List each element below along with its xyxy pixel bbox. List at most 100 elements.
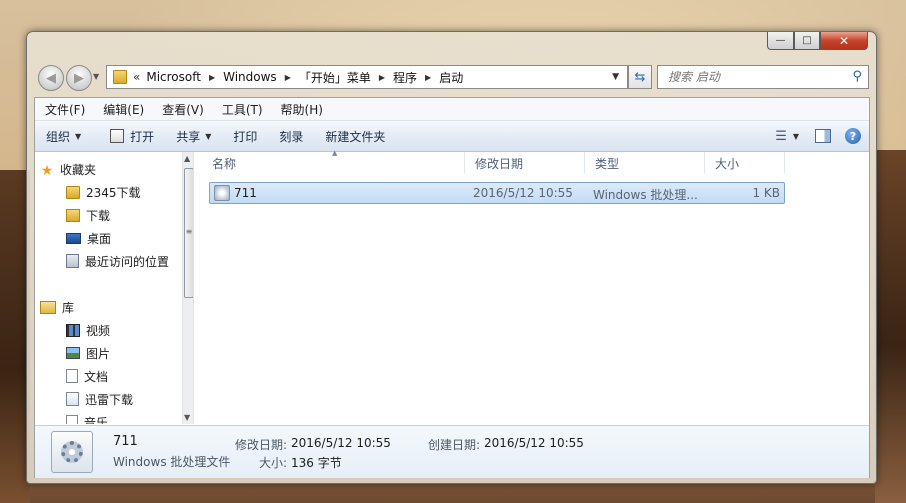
menu-file[interactable]: 文件(F)	[35, 101, 93, 118]
sidebar-label: 桌面	[87, 231, 112, 246]
open-button[interactable]: 打开	[92, 121, 165, 151]
explorer-window: — □ ✕ ◀ ▶ ▼ « Microsoft ▶ Windows ▶ 「开始」…	[26, 31, 877, 484]
close-button[interactable]: ✕	[819, 32, 868, 50]
address-dropdown-icon[interactable]: ▼	[612, 72, 619, 82]
column-header-size[interactable]: 大小	[705, 152, 785, 174]
breadcrumb-startup[interactable]: 启动	[439, 69, 463, 86]
details-pane: 711 Windows 批处理文件 修改日期: 2016/5/12 10:55 …	[35, 425, 869, 478]
file-row[interactable]: 711 2016/5/12 10:55 Windows 批处理... 1 KB	[209, 182, 785, 204]
music-icon	[66, 415, 78, 424]
navigation-scrollbar[interactable]: ▲ ≡ ▼	[182, 152, 193, 424]
scroll-up-icon[interactable]: ▲	[184, 154, 190, 163]
sidebar-label: 迅雷下载	[85, 392, 134, 407]
xunlei-folder-icon	[66, 392, 79, 406]
view-options-icon[interactable]: ☰	[775, 129, 787, 144]
sidebar-item-desktop[interactable]: 桌面	[66, 228, 111, 248]
address-overflow-chevron[interactable]: «	[133, 70, 140, 84]
details-file-type: Windows 批处理文件	[113, 455, 231, 469]
organize-button[interactable]: 组织 ▼	[35, 121, 92, 151]
details-modified-value: 2016/5/12 10:55	[291, 436, 391, 450]
details-size-label: 大小:	[259, 456, 288, 470]
file-date: 2016/5/12 10:55	[473, 186, 573, 200]
menu-tools[interactable]: 工具(T)	[212, 101, 271, 118]
sidebar-label: 图片	[86, 346, 111, 361]
file-size: 1 KB	[752, 186, 780, 200]
caret-down-icon: ▼	[205, 131, 212, 141]
sidebar-item-xunlei-downloads[interactable]: 迅雷下载	[66, 389, 133, 409]
search-icon[interactable]: ⚲	[852, 69, 862, 84]
share-label: 共享	[176, 129, 201, 144]
sidebar-item-2345-downloads[interactable]: 2345下载	[66, 182, 141, 202]
sidebar-item-documents[interactable]: 文档	[66, 366, 108, 386]
command-bar: 组织 ▼ 打开 共享 ▼ 打印 刻录 新建文件夹 ☰ ▼ ?	[35, 121, 869, 152]
view-dropdown-icon[interactable]: ▼	[793, 132, 799, 141]
scroll-down-icon[interactable]: ▼	[184, 413, 190, 422]
download-folder-icon	[66, 208, 80, 222]
back-button[interactable]: ◀	[38, 65, 64, 91]
sidebar-item-pictures[interactable]: 图片	[66, 343, 110, 363]
sidebar-item-libraries[interactable]: 库	[40, 297, 74, 317]
maximize-button[interactable]: □	[793, 32, 820, 50]
sidebar-label: 最近访问的位置	[85, 254, 170, 269]
open-icon	[110, 129, 125, 143]
breadcrumb-arrow-icon[interactable]: ▶	[285, 73, 291, 82]
sidebar-item-downloads[interactable]: 下载	[66, 205, 110, 225]
refresh-icon: ⇆	[634, 69, 646, 85]
menu-view[interactable]: 查看(V)	[152, 101, 212, 118]
print-button[interactable]: 打印	[222, 121, 268, 151]
breadcrumb-arrow-icon[interactable]: ▶	[209, 73, 215, 82]
menu-edit[interactable]: 编辑(E)	[93, 101, 152, 118]
video-icon	[66, 323, 80, 337]
breadcrumb-programs[interactable]: 程序	[393, 69, 417, 86]
breadcrumb-arrow-icon[interactable]: ▶	[425, 73, 431, 82]
explorer-content-pane: 文件(F) 编辑(E) 查看(V) 工具(T) 帮助(H) 组织 ▼ 打开 共享…	[34, 97, 870, 478]
address-bar[interactable]: « Microsoft ▶ Windows ▶ 「开始」菜单 ▶ 程序 ▶ 启动…	[106, 65, 628, 89]
search-input[interactable]	[666, 69, 850, 85]
sidebar-item-recent-places[interactable]: 最近访问的位置	[66, 251, 169, 271]
breadcrumb-windows[interactable]: Windows	[223, 70, 277, 84]
sidebar-item-music[interactable]: 音乐	[66, 412, 108, 424]
toolbar-right-group: ☰ ▼ ?	[775, 121, 869, 151]
star-icon: ★	[40, 162, 54, 179]
share-button[interactable]: 共享 ▼	[165, 121, 222, 151]
picture-icon	[66, 347, 80, 359]
file-type: Windows 批处理...	[593, 188, 698, 202]
column-header-name[interactable]: 名称	[202, 152, 465, 174]
column-header-date[interactable]: 修改日期	[465, 152, 585, 174]
breadcrumb-microsoft[interactable]: Microsoft	[146, 70, 201, 84]
sidebar-label: 库	[62, 300, 75, 315]
sidebar-item-videos[interactable]: 视频	[66, 320, 110, 340]
forward-button[interactable]: ▶	[66, 65, 92, 91]
file-list: ▲ 名称 修改日期 类型 大小 711 2016/5/12 10:55 Wind…	[194, 149, 869, 424]
caption-buttons: — □ ✕	[767, 32, 868, 51]
breadcrumb-start-menu[interactable]: 「开始」菜单	[299, 69, 371, 86]
sidebar-label: 收藏夹	[60, 162, 97, 177]
new-folder-button[interactable]: 新建文件夹	[314, 121, 396, 151]
details-file-name: 711	[113, 434, 138, 449]
help-icon[interactable]: ?	[845, 128, 861, 144]
organize-label: 组织	[46, 129, 71, 144]
preview-pane-icon[interactable]	[815, 129, 831, 143]
minimize-button[interactable]: —	[767, 32, 794, 50]
details-created-value: 2016/5/12 10:55	[484, 436, 584, 450]
sidebar-label: 下载	[86, 208, 111, 223]
column-header-type[interactable]: 类型	[585, 152, 705, 174]
details-modified-label: 修改日期:	[235, 438, 288, 452]
navigation-bar: ◀ ▶ ▼ « Microsoft ▶ Windows ▶ 「开始」菜单 ▶ 程…	[35, 62, 869, 91]
breadcrumb-arrow-icon[interactable]: ▶	[379, 73, 385, 82]
burn-button[interactable]: 刻录	[268, 121, 314, 151]
refresh-button[interactable]: ⇆	[628, 65, 652, 89]
recent-places-icon	[66, 254, 79, 268]
recent-pages-dropdown-icon[interactable]: ▼	[93, 72, 99, 81]
details-created-label: 创建日期:	[428, 438, 481, 452]
search-box[interactable]: ⚲	[657, 65, 869, 89]
sidebar-item-favorites[interactable]: ★ 收藏夹	[40, 159, 96, 179]
desktop-icon	[66, 232, 81, 244]
menu-help[interactable]: 帮助(H)	[271, 101, 331, 118]
scrollbar-thumb[interactable]: ≡	[184, 168, 193, 298]
details-size-value: 136 字节	[291, 456, 342, 470]
gear-icon	[61, 441, 83, 463]
navigation-pane: ★ 收藏夹 2345下载 下载 桌面 最近访问的位置 库 视频 图片 文档 迅雷…	[35, 152, 194, 424]
sidebar-label: 音乐	[84, 415, 109, 425]
sidebar-label: 2345下载	[86, 185, 141, 200]
